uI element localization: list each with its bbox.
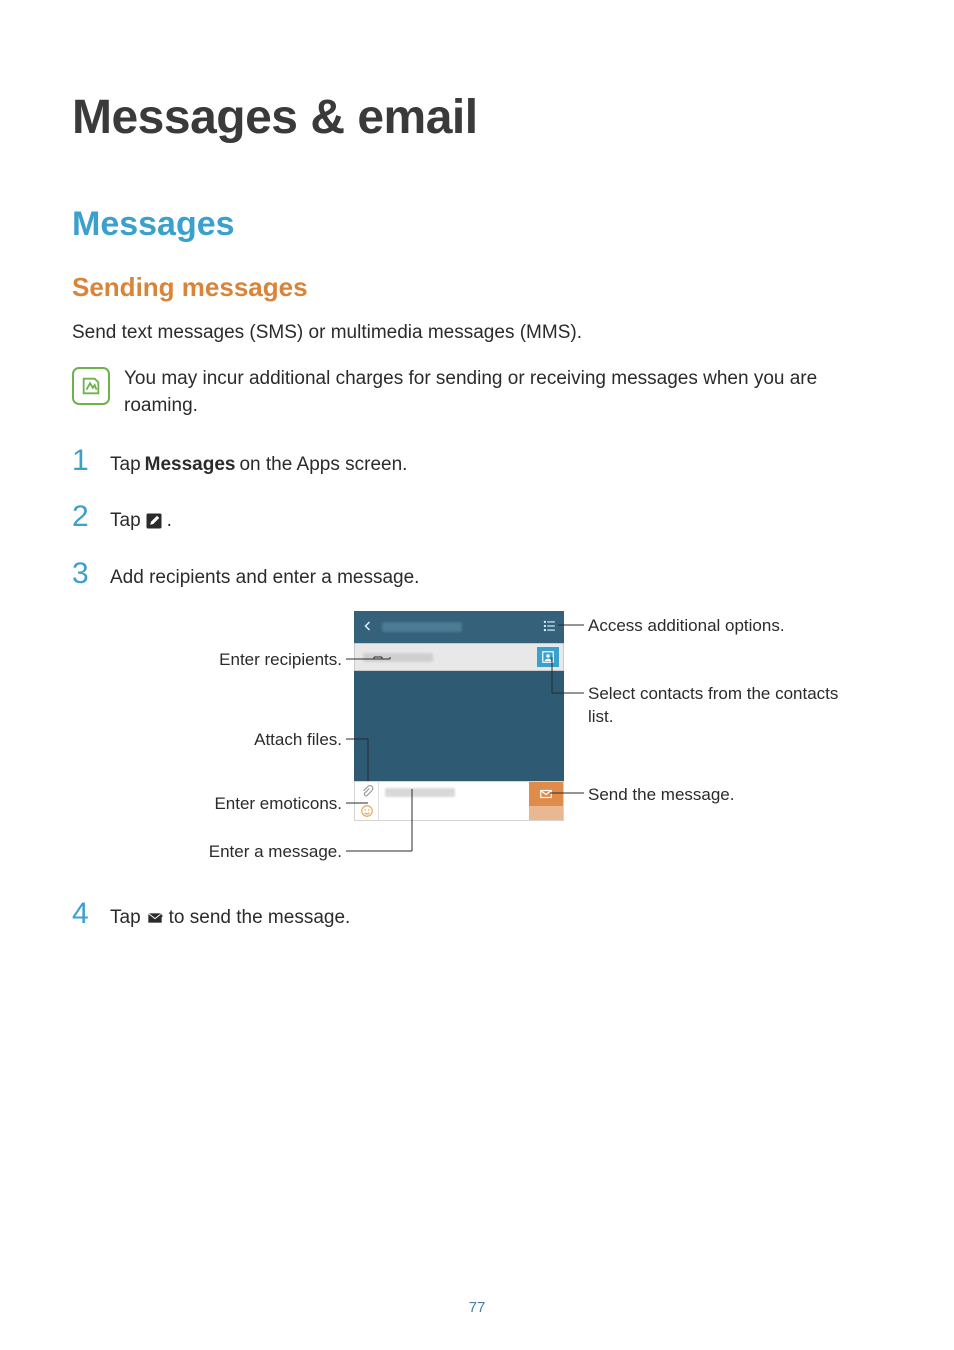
recipients-field[interactable] — [354, 643, 564, 671]
message-text-field[interactable] — [379, 782, 529, 820]
step-3-text: Add recipients and enter a message. — [110, 564, 419, 592]
message-placeholder — [385, 788, 455, 797]
attach-button[interactable] — [355, 782, 378, 801]
step-2-post: . — [167, 507, 172, 535]
note-icon — [72, 367, 110, 405]
step-number: 2 — [72, 502, 94, 532]
select-contacts-button[interactable] — [537, 647, 559, 667]
screen-title-placeholder — [382, 622, 462, 632]
callout-enter-emoticons: Enter emoticons. — [72, 793, 342, 816]
callout-send-message: Send the message. — [588, 784, 868, 807]
send-button[interactable] — [529, 782, 563, 806]
callout-enter-recipients: Enter recipients. — [72, 649, 342, 672]
note-block: You may incur additional charges for sen… — [72, 365, 882, 420]
send-envelope-icon — [145, 910, 165, 926]
message-body-area — [354, 671, 564, 781]
page-number: 77 — [0, 1299, 954, 1316]
step-4: 4 Tap to send the message. — [72, 899, 882, 932]
section-heading: Messages — [72, 205, 882, 244]
callout-attach-files: Attach files. — [72, 729, 342, 752]
callout-enter-message: Enter a message. — [72, 841, 342, 864]
phone-header — [354, 611, 564, 643]
step-2: 2 Tap . — [72, 502, 882, 535]
contact-icon — [541, 650, 555, 664]
note-text: You may incur additional charges for sen… — [124, 365, 882, 420]
page-title: Messages & email — [72, 90, 882, 145]
subsection-heading: Sending messages — [72, 272, 882, 303]
callout-select-contacts: Select contacts from the contacts list. — [588, 683, 868, 729]
send-envelope-icon — [538, 787, 554, 801]
step-number: 1 — [72, 446, 94, 476]
step-4-pre: Tap — [110, 904, 141, 932]
step-1-bold: Messages — [145, 451, 236, 479]
message-input-row — [354, 781, 564, 821]
step-2-pre: Tap — [110, 507, 141, 535]
step-1-post: on the Apps screen. — [239, 451, 407, 479]
screenshot-diagram: Enter recipients. Attach files. Enter em… — [72, 601, 882, 881]
step-number: 4 — [72, 899, 94, 929]
step-4-post: to send the message. — [169, 904, 351, 932]
phone-mock — [354, 611, 564, 821]
smiley-icon — [360, 804, 374, 818]
more-menu-icon[interactable] — [542, 619, 556, 636]
recipients-placeholder — [363, 653, 433, 662]
step-3: 3 Add recipients and enter a message. — [72, 559, 882, 592]
callout-access-options: Access additional options. — [588, 615, 868, 638]
paperclip-icon — [360, 785, 374, 799]
step-1: 1 Tap Messages on the Apps screen. — [72, 446, 882, 479]
back-chevron-icon[interactable] — [362, 619, 374, 636]
intro-text: Send text messages (SMS) or multimedia m… — [72, 319, 882, 347]
step-number: 3 — [72, 559, 94, 589]
send-sub-area — [529, 806, 563, 820]
compose-icon — [145, 512, 163, 530]
step-1-pre: Tap — [110, 451, 141, 479]
emoticon-button[interactable] — [355, 801, 378, 820]
